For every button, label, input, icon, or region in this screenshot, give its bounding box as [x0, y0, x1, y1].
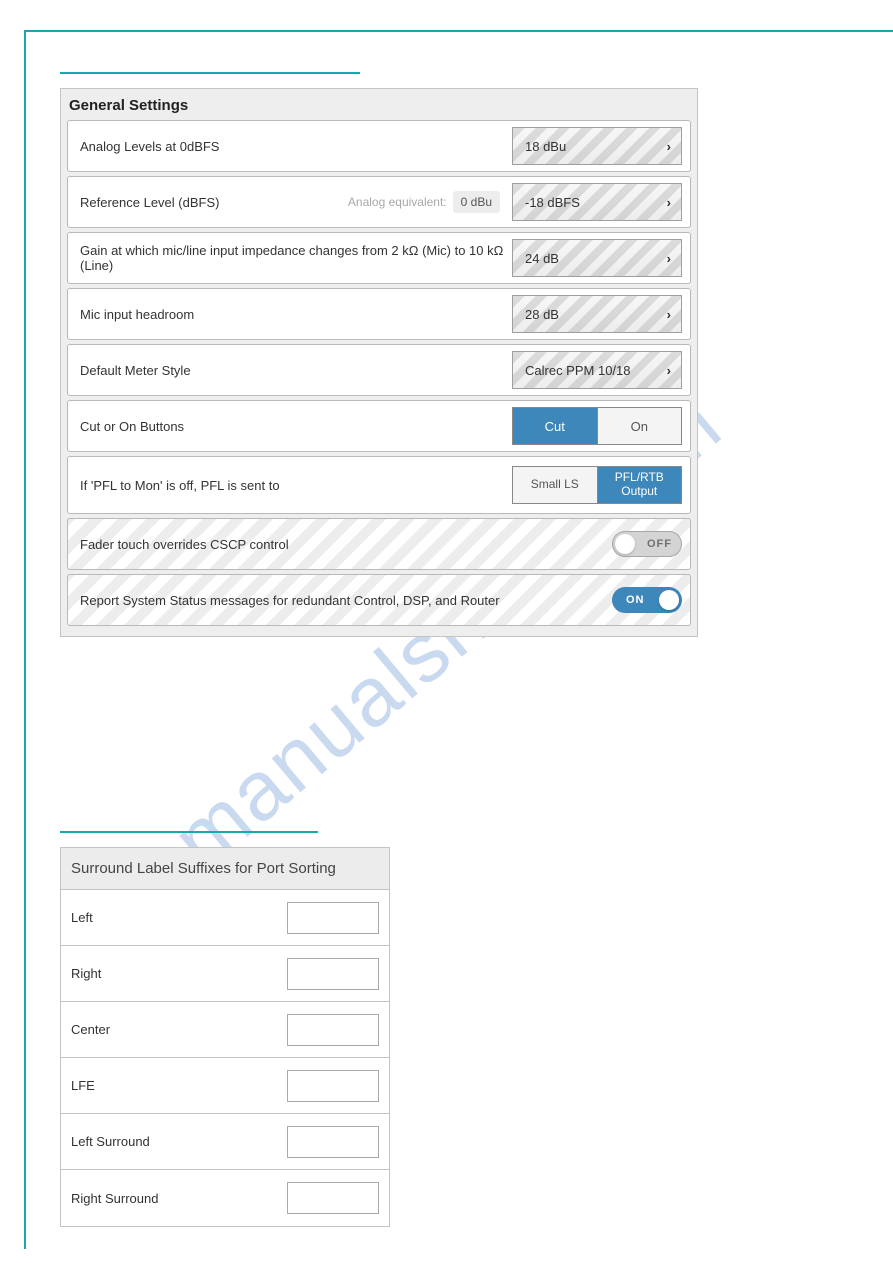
section-divider-2: [60, 817, 318, 833]
meter-style-label: Default Meter Style: [80, 363, 512, 378]
gain-impedance-value: 24 dB: [525, 251, 559, 266]
analog-levels-dropdown[interactable]: 18 dBu ›: [512, 127, 682, 165]
pfl-label: If 'PFL to Mon' is off, PFL is sent to: [80, 478, 512, 493]
row-cut-on: Cut or On Buttons Cut On: [67, 400, 691, 452]
report-status-toggle[interactable]: ON: [612, 587, 682, 613]
analog-levels-value: 18 dBu: [525, 139, 566, 154]
section-divider-1: [60, 58, 360, 74]
row-gain-impedance: Gain at which mic/line input impedance c…: [67, 232, 691, 284]
fader-cscp-label: Fader touch overrides CSCP control: [80, 537, 612, 552]
suffix-label-right-surround: Right Surround: [71, 1191, 287, 1206]
suffix-label-left: Left: [71, 910, 287, 925]
toggle-knob-icon: [615, 534, 635, 554]
fader-cscp-toggle-text: OFF: [647, 538, 672, 550]
analog-equivalent-value: 0 dBu: [453, 191, 500, 213]
suffix-label-left-surround: Left Surround: [71, 1134, 287, 1149]
row-analog-levels: Analog Levels at 0dBFS 18 dBu ›: [67, 120, 691, 172]
analog-equivalent-label: Analog equivalent:: [348, 195, 447, 209]
surround-suffix-title: Surround Label Suffixes for Port Sorting: [61, 848, 389, 890]
general-settings-title: General Settings: [61, 89, 697, 120]
suffix-input-lfe[interactable]: [287, 1070, 379, 1102]
gain-impedance-dropdown[interactable]: 24 dB ›: [512, 239, 682, 277]
meter-style-value: Calrec PPM 10/18: [525, 363, 631, 378]
row-report-status: Report System Status messages for redund…: [67, 574, 691, 626]
chevron-right-icon: ›: [667, 307, 671, 322]
suffix-input-right-surround[interactable]: [287, 1182, 379, 1214]
report-status-label: Report System Status messages for redund…: [80, 593, 612, 608]
suffix-label-right: Right: [71, 966, 287, 981]
suffix-label-center: Center: [71, 1022, 287, 1037]
page-border-top: [24, 30, 893, 32]
mic-headroom-label: Mic input headroom: [80, 307, 512, 322]
mic-headroom-value: 28 dB: [525, 307, 559, 322]
suffix-input-left[interactable]: [287, 902, 379, 934]
suffix-row-left: Left: [61, 890, 389, 946]
toggle-knob-icon: [659, 590, 679, 610]
on-button[interactable]: On: [598, 408, 682, 444]
suffix-label-lfe: LFE: [71, 1078, 287, 1093]
suffix-row-right-surround: Right Surround: [61, 1170, 389, 1226]
cut-button[interactable]: Cut: [513, 408, 598, 444]
reference-level-label: Reference Level (dBFS): [80, 195, 348, 210]
fader-cscp-toggle[interactable]: OFF: [612, 531, 682, 557]
chevron-right-icon: ›: [667, 195, 671, 210]
suffix-input-left-surround[interactable]: [287, 1126, 379, 1158]
suffix-input-center[interactable]: [287, 1014, 379, 1046]
pfl-segment: Small LS PFL/RTB Output: [512, 466, 682, 504]
pfl-rtb-button[interactable]: PFL/RTB Output: [598, 467, 682, 503]
analog-levels-label: Analog Levels at 0dBFS: [80, 139, 512, 154]
report-status-toggle-text: ON: [626, 594, 645, 606]
chevron-right-icon: ›: [667, 363, 671, 378]
cut-on-label: Cut or On Buttons: [80, 419, 512, 434]
reference-level-dropdown[interactable]: -18 dBFS ›: [512, 183, 682, 221]
mic-headroom-dropdown[interactable]: 28 dB ›: [512, 295, 682, 333]
suffix-row-lfe: LFE: [61, 1058, 389, 1114]
suffix-row-center: Center: [61, 1002, 389, 1058]
page-border-left: [24, 30, 26, 1249]
row-reference-level: Reference Level (dBFS) Analog equivalent…: [67, 176, 691, 228]
suffix-row-left-surround: Left Surround: [61, 1114, 389, 1170]
suffix-input-right[interactable]: [287, 958, 379, 990]
chevron-right-icon: ›: [667, 251, 671, 266]
row-meter-style: Default Meter Style Calrec PPM 10/18 ›: [67, 344, 691, 396]
cut-on-segment: Cut On: [512, 407, 682, 445]
reference-level-value: -18 dBFS: [525, 195, 580, 210]
meter-style-dropdown[interactable]: Calrec PPM 10/18 ›: [512, 351, 682, 389]
chevron-right-icon: ›: [667, 139, 671, 154]
row-fader-cscp: Fader touch overrides CSCP control OFF: [67, 518, 691, 570]
row-mic-headroom: Mic input headroom 28 dB ›: [67, 288, 691, 340]
small-ls-button[interactable]: Small LS: [513, 467, 598, 503]
suffix-row-right: Right: [61, 946, 389, 1002]
general-settings-panel: General Settings Analog Levels at 0dBFS …: [60, 88, 698, 637]
surround-suffix-panel: Surround Label Suffixes for Port Sorting…: [60, 847, 390, 1227]
row-pfl: If 'PFL to Mon' is off, PFL is sent to S…: [67, 456, 691, 514]
gain-impedance-label: Gain at which mic/line input impedance c…: [80, 243, 512, 273]
